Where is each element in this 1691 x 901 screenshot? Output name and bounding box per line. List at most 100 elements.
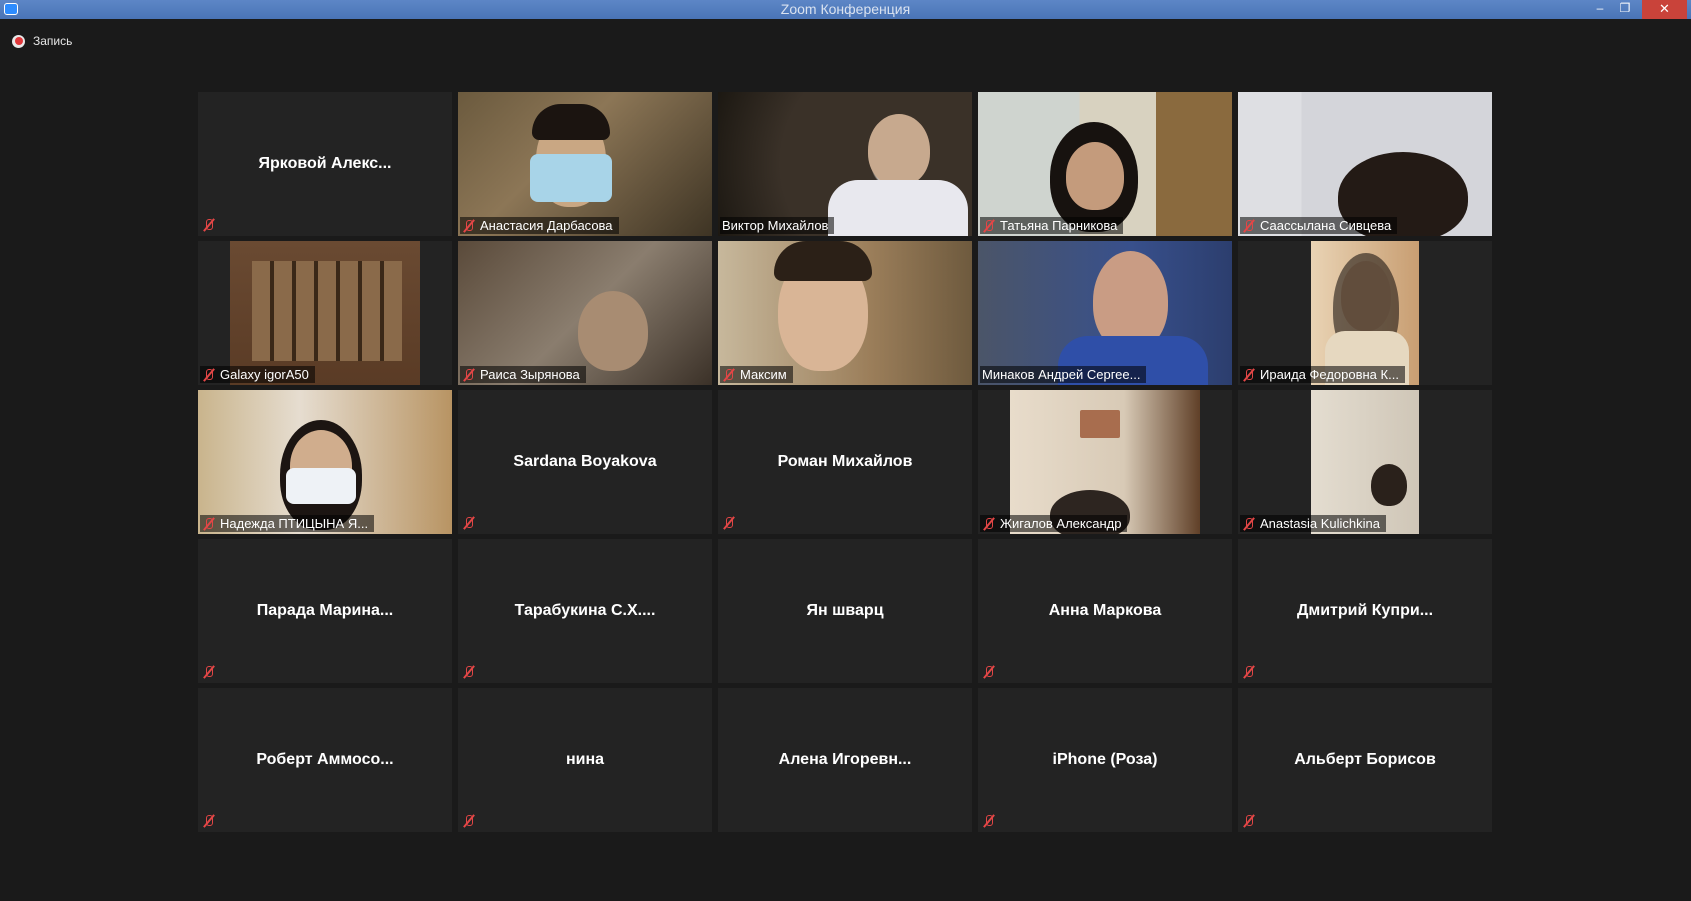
participant-tile[interactable]: Ираида Федоровна К... xyxy=(1238,241,1492,385)
participant-video xyxy=(1311,241,1419,385)
participant-tile[interactable]: Раиса Зырянова xyxy=(458,241,712,385)
participant-namebar: Максим xyxy=(720,366,793,383)
close-button[interactable]: ✕ xyxy=(1642,0,1687,19)
mic-muted-icon xyxy=(722,368,736,382)
record-icon xyxy=(12,34,25,48)
window-title: Zoom Конференция xyxy=(780,1,911,17)
participant-tile[interactable]: Дмитрий Купри... xyxy=(1238,539,1492,683)
participant-name: Anastasia Kulichkina xyxy=(1260,516,1380,531)
participant-video xyxy=(458,241,712,385)
participant-tile[interactable]: Максим xyxy=(718,241,972,385)
mic-muted-icon xyxy=(1242,368,1256,382)
mic-muted-icon xyxy=(202,665,216,679)
mic-muted-icon xyxy=(462,368,476,382)
participant-namebar: Galaxy igorA50 xyxy=(200,366,315,383)
participant-tile[interactable]: Анастасия Дарбасова xyxy=(458,92,712,236)
mic-muted-icon xyxy=(202,814,216,828)
participant-tile[interactable]: Роберт Аммосо... xyxy=(198,688,452,832)
participant-name: Максим xyxy=(740,367,787,382)
participant-tile[interactable]: Виктор Михайлов xyxy=(718,92,972,236)
gallery-grid: Ярковой Алекс... Анастасия Дарбасова Вик… xyxy=(198,92,1494,832)
participant-name: Ян шварц xyxy=(806,602,884,619)
participant-tile[interactable]: Жигалов Александр xyxy=(978,390,1232,534)
participant-tile[interactable]: Парада Марина... xyxy=(198,539,452,683)
participant-tile[interactable]: Татьяна Парникова xyxy=(978,92,1232,236)
participant-name: Sardana Boyakova xyxy=(513,453,657,470)
participant-tile[interactable]: Тарабукина С.Х.... xyxy=(458,539,712,683)
participant-namebar: Надежда ПТИЦЫНА Я... xyxy=(200,515,375,532)
participant-tile[interactable]: Саассылана Сивцева xyxy=(1238,92,1492,236)
participant-tile[interactable]: Надежда ПТИЦЫНА Я... xyxy=(198,390,452,534)
mic-muted-icon xyxy=(202,517,216,531)
participant-namebar: Раиса Зырянова xyxy=(460,366,586,383)
participant-video xyxy=(458,92,712,236)
participant-video xyxy=(978,241,1232,385)
participant-name: Galaxy igorA50 xyxy=(220,367,309,382)
participant-name: Альберт Борисов xyxy=(1294,751,1436,768)
participant-tile-active-speaker[interactable]: Минаков Андрей Сергее... xyxy=(978,241,1232,385)
maximize-button[interactable]: ❐ xyxy=(1612,0,1638,19)
participant-tile[interactable]: Ян шварц xyxy=(718,539,972,683)
participant-name: Ярковой Алекс... xyxy=(258,155,392,172)
participant-tile[interactable]: Ярковой Алекс... xyxy=(198,92,452,236)
mic-muted-icon xyxy=(982,665,996,679)
recording-indicator[interactable]: Запись xyxy=(12,32,72,50)
mic-muted-icon xyxy=(1242,814,1256,828)
participant-name: Дмитрий Купри... xyxy=(1296,602,1434,619)
participant-tile[interactable]: нина xyxy=(458,688,712,832)
mic-muted-icon xyxy=(722,516,736,530)
participant-name: Роберт Аммосо... xyxy=(256,751,394,768)
mic-muted-icon xyxy=(1242,219,1256,233)
participant-namebar: Виктор Михайлов xyxy=(720,217,835,234)
recording-label: Запись xyxy=(33,34,73,48)
participant-namebar: Жигалов Александр xyxy=(980,515,1128,532)
participant-name: Надежда ПТИЦЫНА Я... xyxy=(220,516,369,531)
participant-video xyxy=(230,241,420,385)
participant-name: iPhone (Роза) xyxy=(1052,751,1158,768)
mic-muted-icon xyxy=(1242,517,1256,531)
mic-muted-icon xyxy=(462,665,476,679)
participant-tile[interactable]: iPhone (Роза) xyxy=(978,688,1232,832)
participant-video xyxy=(1010,390,1200,534)
mic-muted-icon xyxy=(982,219,996,233)
participant-tile[interactable]: Sardana Boyakova xyxy=(458,390,712,534)
participant-video xyxy=(978,92,1232,236)
participant-name: Минаков Андрей Сергее... xyxy=(982,367,1141,382)
participant-namebar: Саассылана Сивцева xyxy=(1240,217,1398,234)
participant-tile[interactable]: Анна Маркова xyxy=(978,539,1232,683)
participant-name: Раиса Зырянова xyxy=(480,367,580,382)
participant-namebar: Ираида Федоровна К... xyxy=(1240,366,1405,383)
participant-tile[interactable]: Роман Михайлов xyxy=(718,390,972,534)
participant-name: Алена Игоревн... xyxy=(778,751,912,768)
participant-name: Анастасия Дарбасова xyxy=(480,218,613,233)
participant-namebar: Анастасия Дарбасова xyxy=(460,217,619,234)
participant-name: нина xyxy=(565,751,605,768)
participant-video xyxy=(1311,390,1419,534)
participant-tile[interactable]: Альберт Борисов xyxy=(1238,688,1492,832)
mic-muted-icon xyxy=(1242,665,1256,679)
participant-name: Анна Маркова xyxy=(1048,602,1162,619)
participant-name: Тарабукина С.Х.... xyxy=(514,602,656,619)
mic-muted-icon xyxy=(462,219,476,233)
participant-video xyxy=(718,92,972,236)
participant-namebar: Татьяна Парникова xyxy=(980,217,1124,234)
participant-tile[interactable]: Galaxy igorA50 xyxy=(198,241,452,385)
participant-name: Татьяна Парникова xyxy=(1000,218,1118,233)
participant-name: Ираида Федоровна К... xyxy=(1260,367,1399,382)
participant-tile[interactable]: Алена Игоревн... xyxy=(718,688,972,832)
mic-muted-icon xyxy=(462,516,476,530)
participant-namebar: Минаков Андрей Сергее... xyxy=(980,366,1147,383)
mic-muted-icon xyxy=(462,814,476,828)
minimize-button[interactable]: – xyxy=(1588,0,1612,19)
participant-name: Жигалов Александр xyxy=(1000,516,1122,531)
participant-name: Роман Михайлов xyxy=(777,453,913,470)
participant-video xyxy=(1238,92,1492,236)
mic-muted-icon xyxy=(202,218,216,232)
mic-muted-icon xyxy=(202,368,216,382)
participant-video xyxy=(718,241,972,385)
participant-namebar: Anastasia Kulichkina xyxy=(1240,515,1386,532)
participant-name: Виктор Михайлов xyxy=(722,218,829,233)
participant-name: Саассылана Сивцева xyxy=(1260,218,1392,233)
participant-name: Парада Марина... xyxy=(256,602,394,619)
participant-tile[interactable]: Anastasia Kulichkina xyxy=(1238,390,1492,534)
